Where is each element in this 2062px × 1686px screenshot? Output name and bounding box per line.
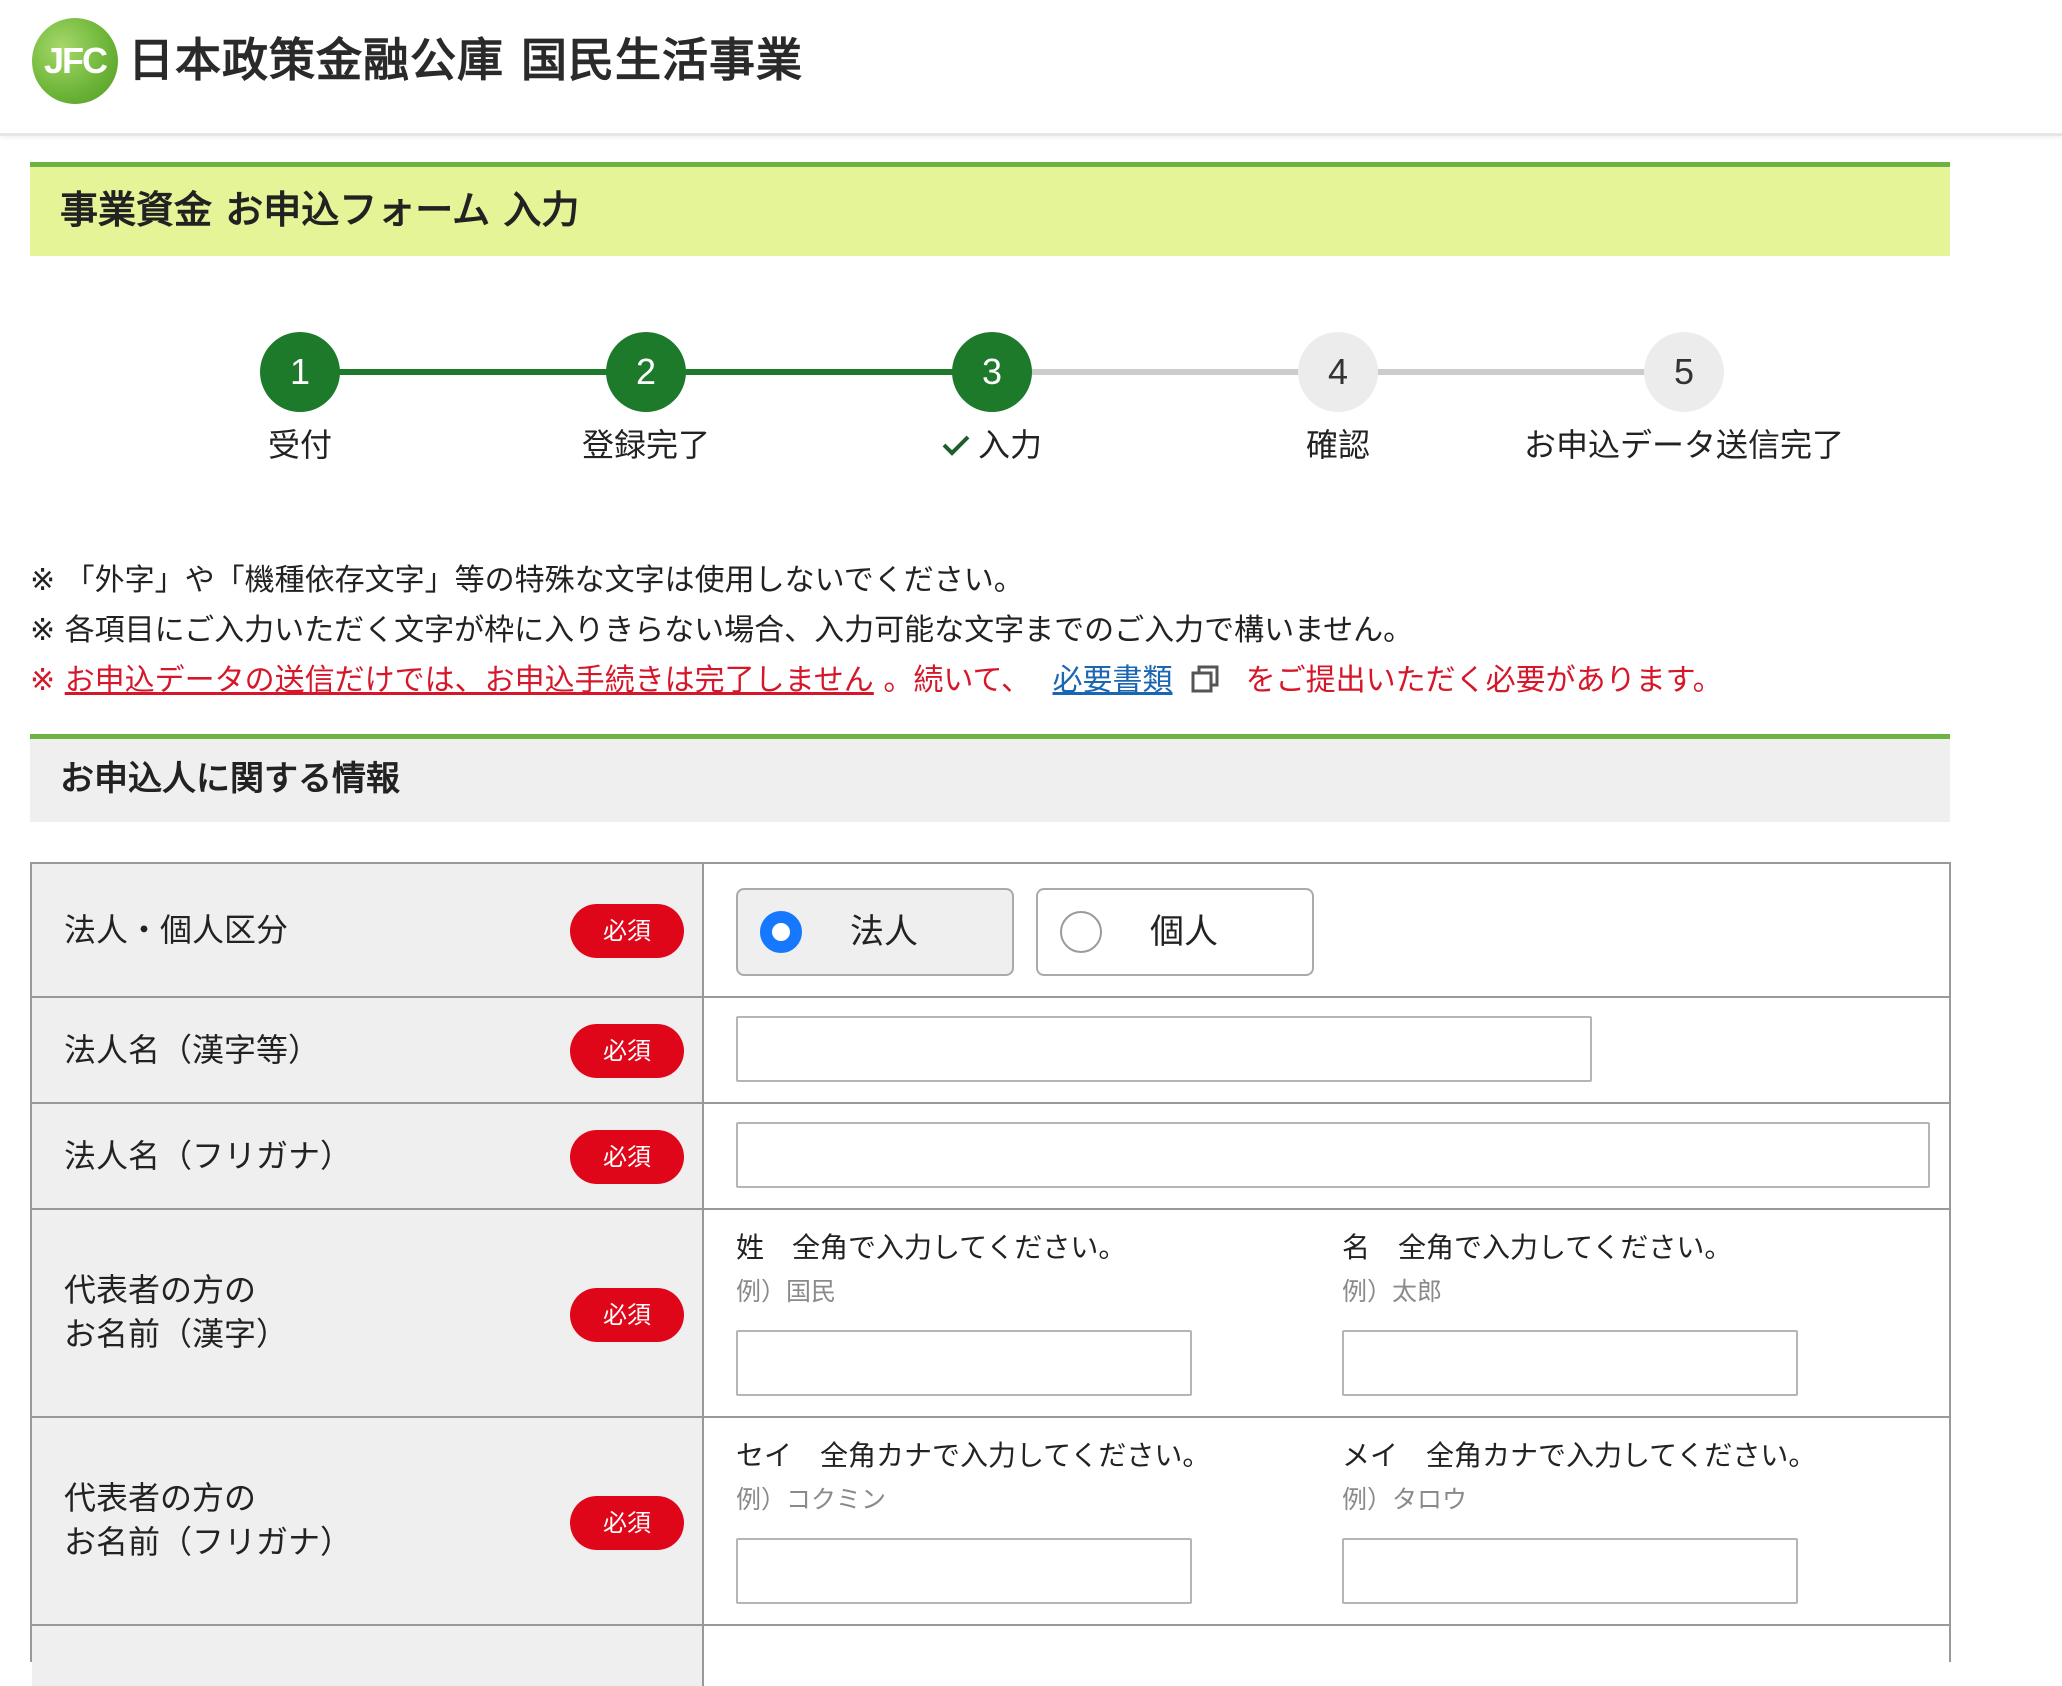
note-prefix: ※ [30, 663, 65, 698]
first-name-kana-example: 例）タロウ [1342, 1485, 1468, 1514]
jfc-logo[interactable]: JFC [32, 18, 118, 104]
row-rep-name-kanji: 代表者の方の お名前（漢字） 必須 姓 全角で入力してください。 例）国民 名 … [32, 1210, 1949, 1418]
application-incomplete-link[interactable]: お申込データの送信だけでは、お申込手続きは完了しません [65, 663, 874, 698]
row-label: 法人名（フリガナ） 必須 [32, 1104, 704, 1208]
progress-stepper: 1 2 3 4 5 受付 登録完了 入力 確認 お申込データ送信完了 [0, 330, 2062, 470]
form-title: 事業資金 お申込フォーム 入力 [30, 162, 1950, 256]
step-3-circle: 3 [952, 332, 1032, 412]
step-2-circle: 2 [606, 332, 686, 412]
note-submission-warning: ※ お申込データの送信だけでは、お申込手続きは完了しません 。続いて、 必要書類… [30, 656, 2030, 706]
step-3-label-wrap: 入力 [812, 420, 1172, 466]
note-middle: 。続いて、 [883, 663, 1031, 698]
section-applicant-info: お申込人に関する情報 [30, 734, 1950, 822]
note-suffix: をご提出いただく必要があります。 [1245, 663, 1723, 698]
last-name-kanji-example: 例）国民 [736, 1277, 837, 1306]
row-label [32, 1626, 704, 1686]
corp-name-kanji-input[interactable] [736, 1016, 1592, 1082]
row-corp-name-kanji: 法人名（漢字等） 必須 [32, 998, 1949, 1104]
step-1-circle: 1 [260, 332, 340, 412]
row-body [706, 1104, 1949, 1208]
step-3-label: 入力 [977, 426, 1042, 464]
row-body: 姓 全角で入力してください。 例）国民 名 全角で入力してください。 例）太郎 [706, 1210, 1949, 1416]
required-documents-link[interactable]: 必要書類 [1053, 663, 1173, 698]
radio-individual[interactable]: 個人 [1036, 888, 1314, 976]
corp-name-kana-label: 法人名（フリガナ） [64, 1137, 353, 1175]
row-label: 法人・個人区分 必須 [32, 864, 704, 996]
required-badge: 必須 [570, 1130, 684, 1184]
radio-dot-selected[interactable] [760, 911, 802, 953]
last-name-kanji-input[interactable] [736, 1330, 1192, 1396]
first-name-kana-label: メイ 全角カナで入力してください。 [1342, 1439, 1817, 1472]
rep-name-kana-label-1: 代表者の方の [64, 1479, 257, 1517]
step-4-label: 確認 [1305, 426, 1370, 464]
applicant-form: 法人・個人区分 必須 法人 個人 法人名（漢字等） 必須 法人名（フリガナ） 必… [30, 862, 1951, 1686]
site-header: JFC 日本政策金融公庫 国民生活事業 [0, 0, 2062, 136]
last-name-kana-example: 例）コクミン [736, 1485, 887, 1514]
rep-name-kanji-label-2: お名前（漢字） [64, 1315, 289, 1353]
row-label: 法人名（漢字等） 必須 [32, 998, 704, 1102]
step-1-label: 受付 [267, 426, 332, 464]
rep-name-kanji-label-1: 代表者の方の [64, 1271, 257, 1309]
step-5-label: お申込データ送信完了 [1523, 426, 1844, 464]
first-name-kanji-input[interactable] [1342, 1330, 1798, 1396]
row-next-partial [32, 1626, 1949, 1686]
first-name-kanji-example: 例）太郎 [1342, 1277, 1443, 1306]
notes: ※ 「外字」や「機種依存文字」等の特殊な文字は使用しないでください。 ※ 各項目… [30, 556, 2030, 706]
radio-dot[interactable] [1060, 911, 1102, 953]
row-body: 法人 個人 [706, 864, 1949, 996]
row-label: 代表者の方の お名前（漢字） 必須 [32, 1210, 704, 1416]
first-name-kana-input[interactable] [1342, 1538, 1798, 1604]
step-4-circle: 4 [1298, 332, 1378, 412]
entity-type-label: 法人・個人区分 [64, 911, 289, 949]
step-2-label: 登録完了 [581, 426, 710, 464]
row-entity-type: 法人・個人区分 必須 法人 個人 [32, 864, 1949, 998]
step-5-circle: 5 [1644, 332, 1724, 412]
last-name-kanji-label: 姓 全角で入力してください。 [736, 1231, 1127, 1264]
radio-corporation[interactable]: 法人 [736, 888, 1014, 976]
check-icon [942, 435, 970, 456]
corp-name-kana-input[interactable] [736, 1122, 1930, 1188]
rep-name-kana-label-2: お名前（フリガナ） [64, 1523, 353, 1561]
required-badge: 必須 [570, 1496, 684, 1550]
radio-individual-label: 個人 [1150, 912, 1218, 952]
note-special-characters: ※ 「外字」や「機種依存文字」等の特殊な文字は使用しないでください。 [30, 563, 1024, 598]
row-corp-name-kana: 法人名（フリガナ） 必須 [32, 1104, 1949, 1210]
required-badge: 必須 [570, 1024, 684, 1078]
row-rep-name-kana: 代表者の方の お名前（フリガナ） 必須 セイ 全角カナで入力してください。 例）… [32, 1418, 1949, 1626]
corp-name-kanji-label: 法人名（漢字等） [64, 1031, 321, 1069]
radio-corporation-label: 法人 [850, 912, 918, 952]
org-name: 日本政策金融公庫 国民生活事業 [128, 33, 804, 87]
required-badge: 必須 [570, 904, 684, 958]
row-body [706, 998, 1949, 1102]
last-name-kana-label: セイ 全角カナで入力してください。 [736, 1439, 1211, 1472]
required-badge: 必須 [570, 1288, 684, 1342]
last-name-kana-input[interactable] [736, 1538, 1192, 1604]
first-name-kanji-label: 名 全角で入力してください。 [1342, 1231, 1733, 1264]
row-label: 代表者の方の お名前（フリガナ） 必須 [32, 1418, 704, 1624]
external-window-icon[interactable] [1190, 664, 1220, 694]
row-body: セイ 全角カナで入力してください。 例）コクミン メイ 全角カナで入力してくださ… [706, 1418, 1949, 1624]
note-input-length: ※ 各項目にご入力いただく文字が枠に入りきらない場合、入力可能な文字までのご入力… [30, 613, 1414, 648]
